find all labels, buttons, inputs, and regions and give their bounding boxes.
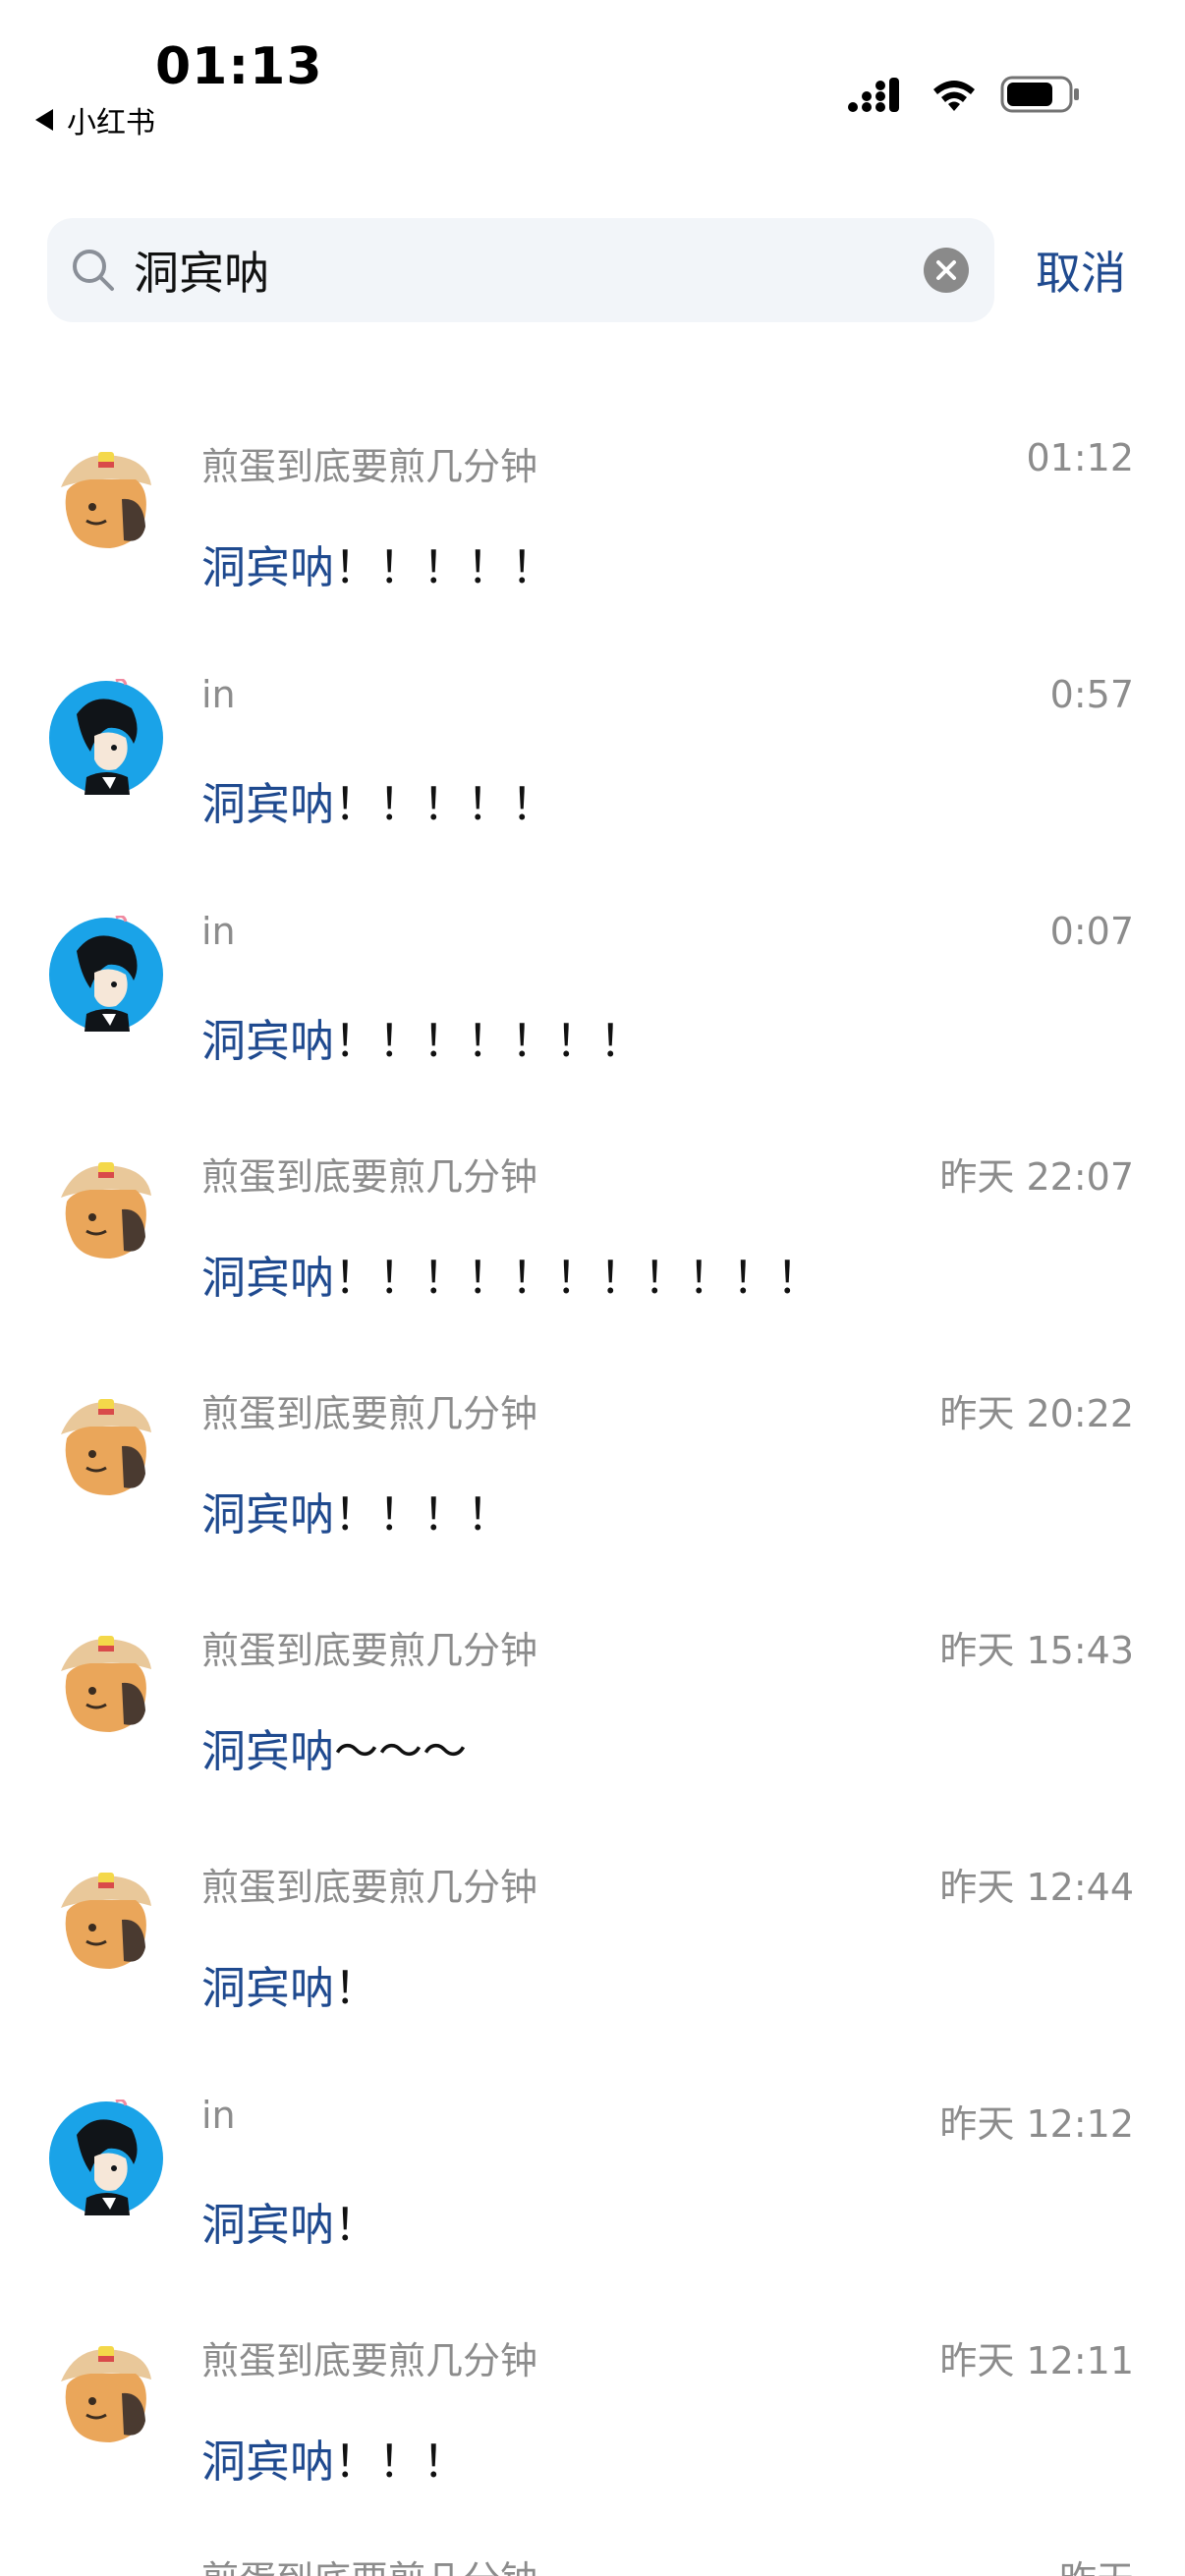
message-rest: ！！！！！ xyxy=(334,541,556,593)
list-item[interactable]: 煎蛋到底要煎几分钟 01:12 洞宾呐！！！！！ xyxy=(0,398,1185,635)
avatar[interactable] xyxy=(47,915,165,1034)
message-preview: 洞宾呐！！！！！！！！！！！ xyxy=(201,1242,820,1306)
list-item[interactable]: in 昨天 12:12 洞宾呐！ xyxy=(0,2055,1185,2292)
back-triangle-icon xyxy=(35,109,53,131)
highlighted-keyword: 洞宾呐 xyxy=(201,541,335,593)
message-time: 昨天 20:22 xyxy=(939,1392,1134,1435)
message-rest: ！！！！ xyxy=(334,1488,512,1540)
message-time: 昨天 12:11 xyxy=(939,2339,1134,2382)
message-preview: 洞宾呐！！！ xyxy=(201,2426,467,2490)
highlighted-keyword: 洞宾呐 xyxy=(201,1015,335,1067)
highlighted-keyword: 洞宾呐 xyxy=(201,1725,335,1777)
wifi-icon xyxy=(933,81,975,111)
highlighted-keyword: 洞宾呐 xyxy=(201,1252,335,1304)
avatar[interactable] xyxy=(47,1863,165,1981)
sender-name: in xyxy=(201,2094,236,2137)
message-time: 0:07 xyxy=(1049,910,1134,953)
back-app-label: 小红书 xyxy=(67,106,155,140)
message-rest: ！ xyxy=(334,1962,379,2014)
avatar[interactable] xyxy=(47,1389,165,1507)
message-preview: 洞宾呐！！！！！ xyxy=(201,532,555,595)
message-preview: 洞宾呐！ xyxy=(201,2189,378,2253)
sender-name: 煎蛋到底要煎几分钟 xyxy=(201,2339,538,2382)
highlighted-keyword: 洞宾呐 xyxy=(201,2436,335,2488)
message-rest: ！！！！！ xyxy=(334,778,556,830)
message-time: 昨天 12:12 xyxy=(939,2102,1134,2146)
message-rest: ！！！ xyxy=(334,2436,468,2488)
search-results-list: 煎蛋到底要煎几分钟 01:12 洞宾呐！！！！！ in 0:57 洞宾呐！！！！！ in… xyxy=(0,398,1185,2529)
search-row: 取消 xyxy=(47,218,1140,322)
avatar[interactable] xyxy=(47,442,165,560)
list-item[interactable]: in 0:07 洞宾呐！！！！！！！ xyxy=(0,871,1185,1108)
message-time: 0:57 xyxy=(1049,673,1134,716)
message-preview: 洞宾呐！ xyxy=(201,1952,378,2016)
avatar[interactable] xyxy=(47,2099,165,2217)
message-rest: ！！！！！！！ xyxy=(334,1015,645,1067)
message-time: 昨天 22:07 xyxy=(939,1155,1134,1199)
message-rest: ！！！！！！！！！！！ xyxy=(334,1252,821,1304)
highlighted-keyword: 洞宾呐 xyxy=(201,1488,335,1540)
avatar[interactable] xyxy=(47,678,165,797)
status-icons xyxy=(847,75,1081,114)
avatar[interactable] xyxy=(47,1152,165,1270)
sender-name: 煎蛋到底要煎几分钟 xyxy=(201,1629,538,1672)
sender-name: 煎蛋到底要煎几分钟 xyxy=(201,2549,537,2576)
message-preview: 洞宾呐！！！！！ xyxy=(201,768,555,832)
message-preview: 洞宾呐～～～ xyxy=(201,1715,467,1779)
message-time: 昨天 15:43 xyxy=(939,1629,1134,1672)
cellular-signal-icon xyxy=(848,78,899,112)
battery-icon xyxy=(1000,76,1079,113)
avatar[interactable] xyxy=(47,2336,165,2454)
list-item[interactable]: 煎蛋到底要煎几分钟 昨天 12:44 洞宾呐！ xyxy=(0,1819,1185,2055)
partial-list-item[interactable]: 煎蛋到底要煎几分钟 昨天 xyxy=(0,2528,1185,2576)
message-rest: ～～～ xyxy=(334,1725,468,1777)
highlighted-keyword: 洞宾呐 xyxy=(201,1962,335,2014)
message-time: 昨天 12:44 xyxy=(939,1866,1134,1909)
list-item[interactable]: 煎蛋到底要煎几分钟 昨天 20:22 洞宾呐！！！！ xyxy=(0,1345,1185,1582)
sender-name: in xyxy=(201,910,236,953)
message-preview: 洞宾呐！！！！ xyxy=(201,1479,511,1542)
list-item[interactable]: 煎蛋到底要煎几分钟 昨天 12:11 洞宾呐！！！ xyxy=(0,2292,1185,2529)
sender-name: in xyxy=(201,673,236,716)
message-time: 昨天 xyxy=(1059,2549,1134,2576)
message-rest: ！ xyxy=(334,2199,379,2251)
cancel-button[interactable]: 取消 xyxy=(1036,238,1126,303)
highlighted-keyword: 洞宾呐 xyxy=(201,778,335,830)
message-preview: 洞宾呐！！！！！！！ xyxy=(201,1005,644,1069)
avatar[interactable] xyxy=(47,1626,165,1744)
sender-name: 煎蛋到底要煎几分钟 xyxy=(201,445,538,488)
list-item[interactable]: 煎蛋到底要煎几分钟 昨天 22:07 洞宾呐！！！！！！！！！！！ xyxy=(0,1108,1185,1345)
list-item[interactable]: 煎蛋到底要煎几分钟 昨天 15:43 洞宾呐～～～ xyxy=(0,1582,1185,1819)
clear-icon[interactable] xyxy=(924,248,969,293)
status-time: 01:13 xyxy=(155,37,323,96)
highlighted-keyword: 洞宾呐 xyxy=(201,2199,335,2251)
search-icon xyxy=(73,250,114,291)
search-input[interactable] xyxy=(132,243,863,298)
message-time: 01:12 xyxy=(1026,436,1134,479)
sender-name: 煎蛋到底要煎几分钟 xyxy=(201,1866,538,1909)
status-bar: 01:13 小红书 xyxy=(0,0,1185,167)
search-box[interactable] xyxy=(47,218,994,322)
list-item[interactable]: in 0:57 洞宾呐！！！！！ xyxy=(0,635,1185,871)
sender-name: 煎蛋到底要煎几分钟 xyxy=(201,1392,538,1435)
back-to-app-button[interactable]: 小红书 xyxy=(35,98,155,141)
sender-name: 煎蛋到底要煎几分钟 xyxy=(201,1155,538,1199)
